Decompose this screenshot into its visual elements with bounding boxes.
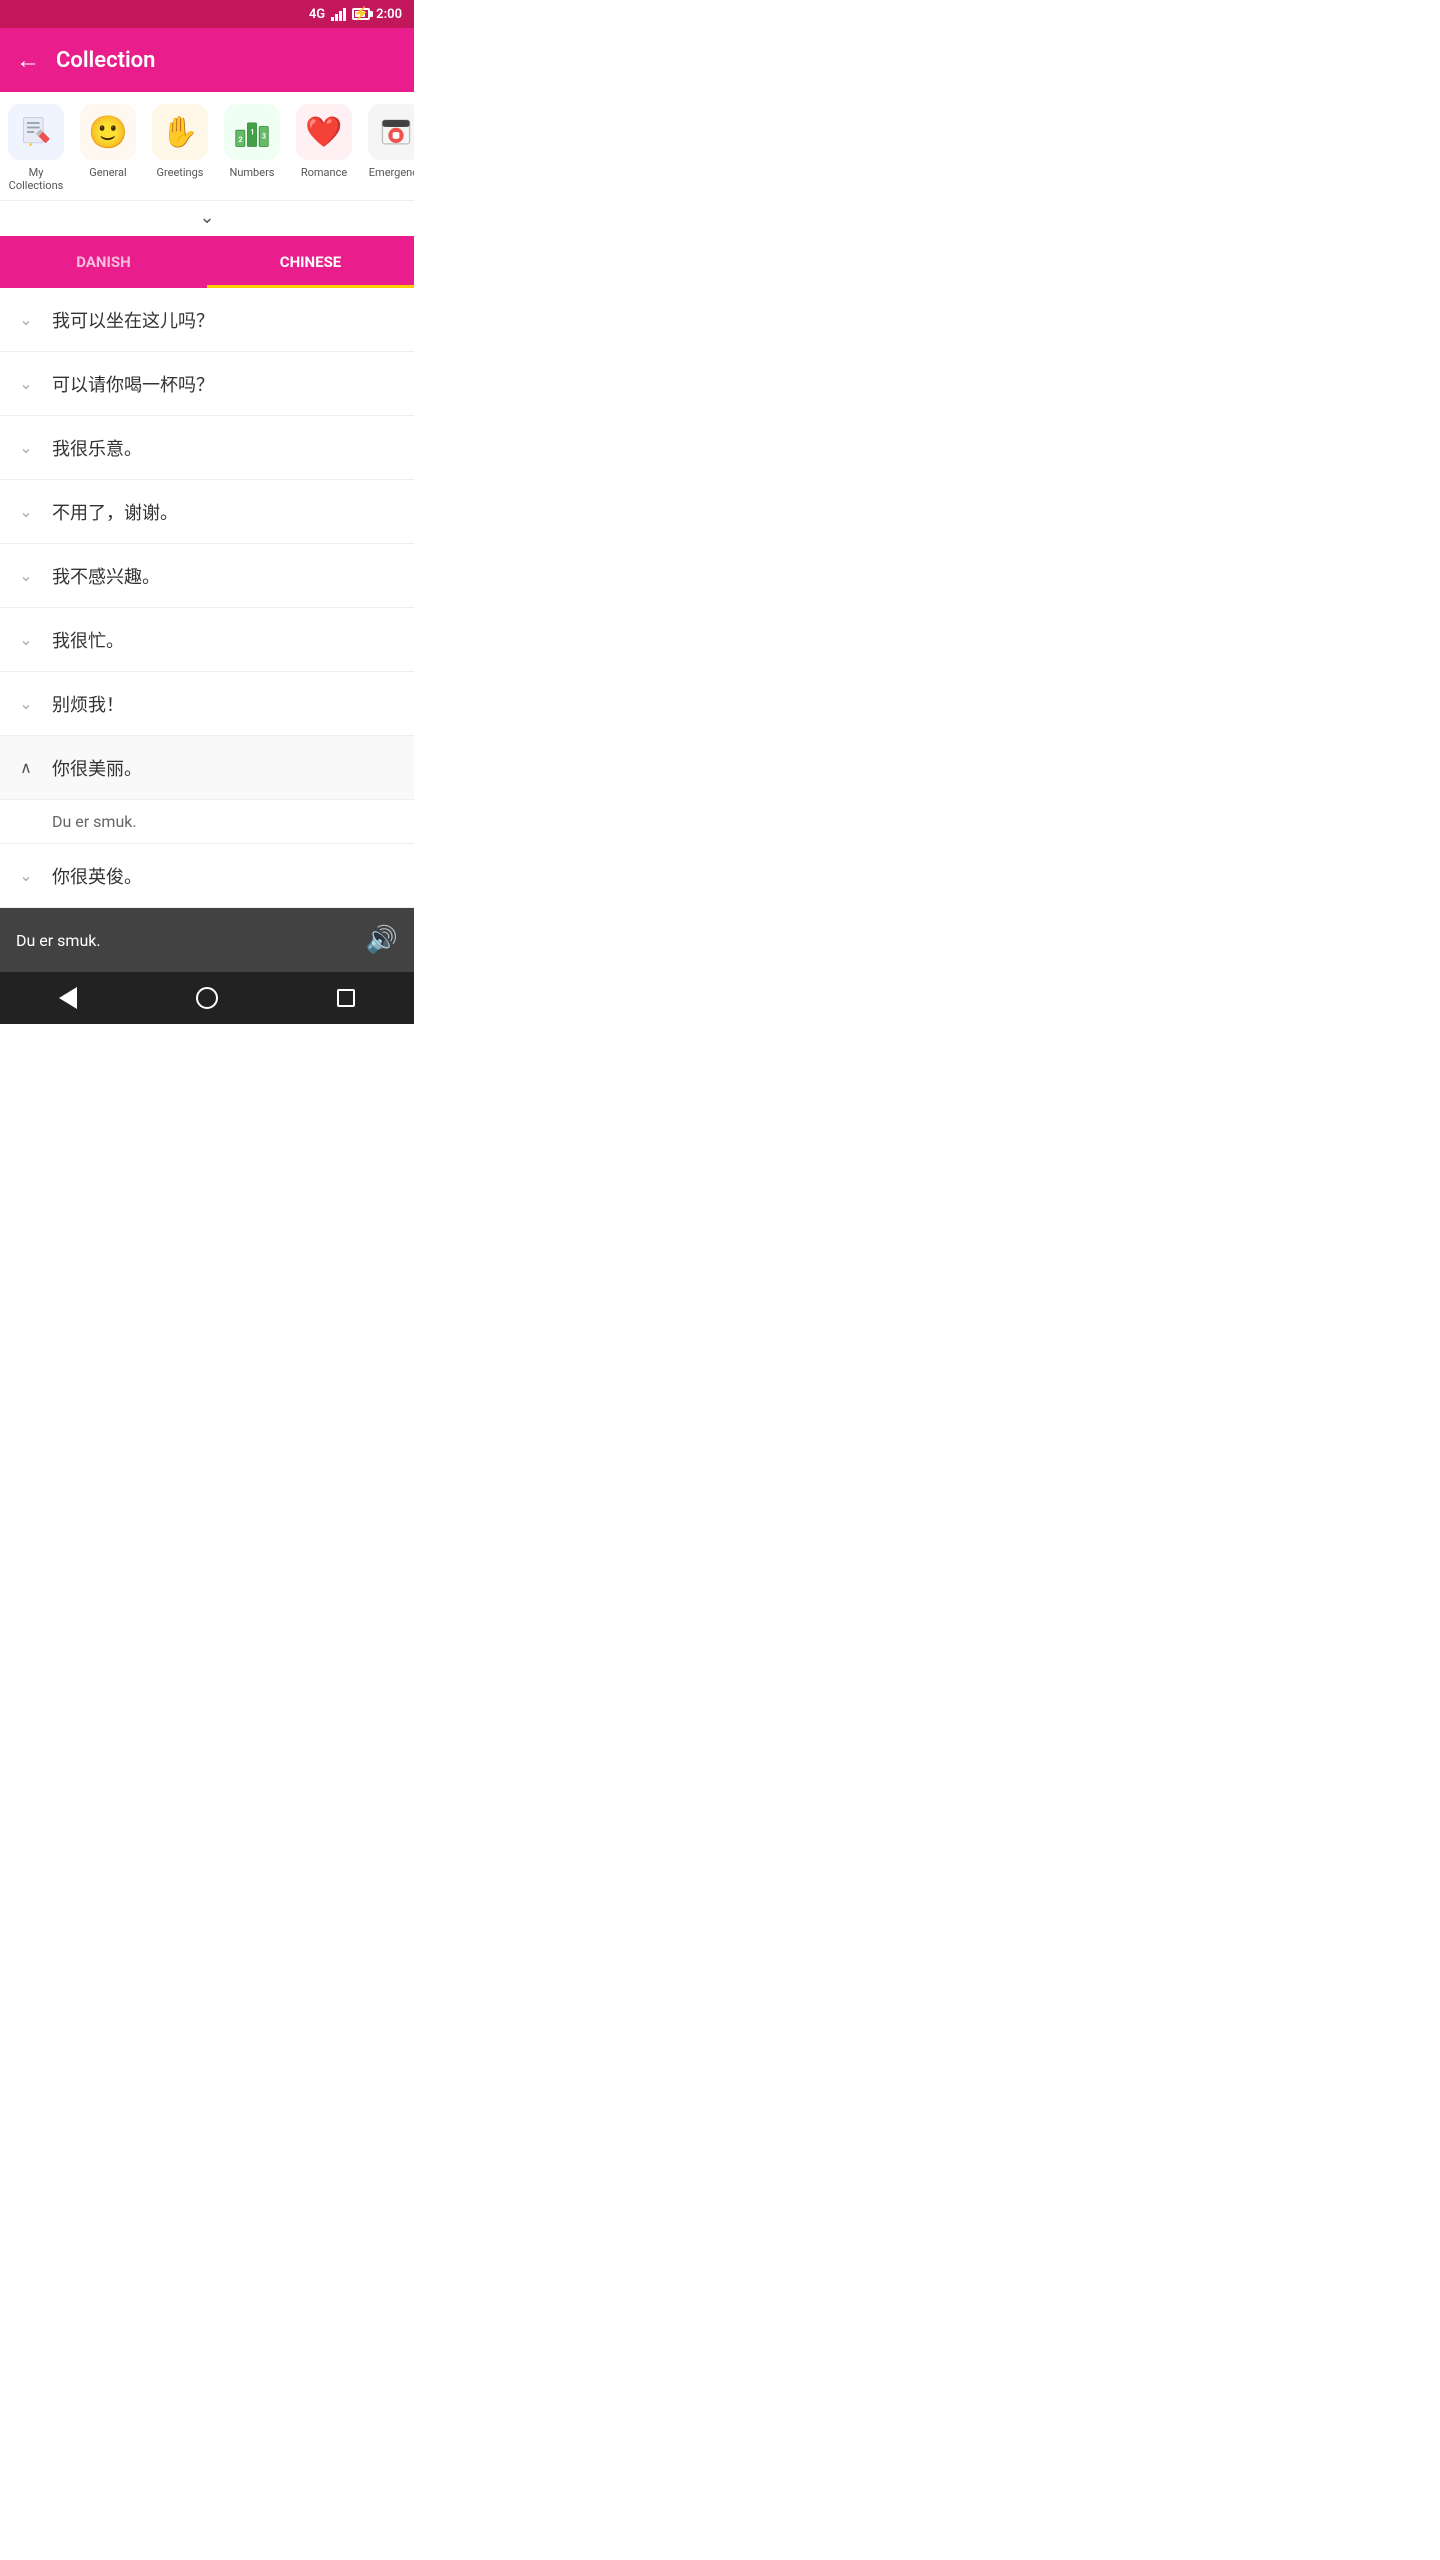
home-circle-icon: [196, 987, 218, 1009]
phrase-row-1[interactable]: ⌄ 我可以坐在这儿吗？: [0, 288, 414, 352]
back-triangle-icon: [59, 987, 77, 1009]
playbar-text: Du er smuk.: [16, 931, 101, 950]
chevron-icon-1: ⌄: [16, 310, 36, 329]
category-item-emergency[interactable]: Emergency: [360, 104, 414, 179]
phrase-text-9: 你很英俊。: [52, 863, 398, 889]
category-scroll: My Collections 🙂 General ✋ Greetings 2 1…: [0, 92, 414, 201]
greetings-icon: ✋: [152, 104, 208, 160]
numbers-icon: 2 1 3: [224, 104, 280, 160]
mycollections-label: My Collections: [8, 166, 64, 192]
chevron-icon-7: ⌄: [16, 694, 36, 713]
romance-icon: ❤️: [296, 104, 352, 160]
phrase-text-2: 可以请你喝一杯吗？: [52, 371, 398, 397]
bottom-playbar: Du er smuk. 🔊: [0, 908, 414, 972]
recents-nav-button[interactable]: [337, 989, 355, 1007]
phrase-sub-row-8: Du er smuk.: [0, 800, 414, 844]
battery-icon: ⚡: [352, 8, 370, 20]
recents-square-icon: [337, 989, 355, 1007]
category-item-general[interactable]: 🙂 General: [72, 104, 144, 179]
tab-danish[interactable]: DANISH: [0, 236, 207, 288]
phrase-text-1: 我可以坐在这儿吗？: [52, 307, 398, 333]
chevron-icon-3: ⌄: [16, 438, 36, 457]
home-nav-button[interactable]: [196, 987, 218, 1009]
greetings-label: Greetings: [157, 166, 204, 179]
category-item-mycollections[interactable]: My Collections: [0, 104, 72, 192]
emergency-icon: [368, 104, 414, 160]
back-nav-button[interactable]: [59, 987, 77, 1009]
chevron-icon-5: ⌄: [16, 566, 36, 585]
category-item-romance[interactable]: ❤️ Romance: [288, 104, 360, 179]
chevron-icon-4: ⌄: [16, 502, 36, 521]
svg-text:2: 2: [239, 135, 243, 144]
chevron-icon-2: ⌄: [16, 374, 36, 393]
phrase-row-3[interactable]: ⌄ 我很乐意。: [0, 416, 414, 480]
phrase-text-8: 你很美丽。: [52, 755, 398, 781]
chevron-icon-8: ∧: [16, 758, 36, 777]
mycollections-icon: [8, 104, 64, 160]
phrase-text-5: 我不感兴趣。: [52, 563, 398, 589]
phrase-row-6[interactable]: ⌄ 我很忙。: [0, 608, 414, 672]
page-title: Collection: [56, 48, 155, 73]
chevron-icon-9: ⌄: [16, 866, 36, 885]
time-label: 2:00: [376, 7, 402, 22]
phrase-list: ⌄ 我可以坐在这儿吗？ ⌄ 可以请你喝一杯吗？ ⌄ 我很乐意。 ⌄ 不用了，谢谢…: [0, 288, 414, 908]
phrase-row-2[interactable]: ⌄ 可以请你喝一杯吗？: [0, 352, 414, 416]
tab-bar: DANISH CHINESE: [0, 236, 414, 288]
signal-icon: [331, 7, 346, 21]
phrase-row-8[interactable]: ∧ 你很美丽。: [0, 736, 414, 800]
category-item-greetings[interactable]: ✋ Greetings: [144, 104, 216, 179]
phrase-text-7: 别烦我！: [52, 691, 398, 717]
status-bar: 4G ⚡ 2:00: [0, 0, 414, 28]
network-label: 4G: [309, 7, 325, 22]
speaker-button[interactable]: 🔊: [366, 925, 398, 955]
nav-bar: [0, 972, 414, 1024]
phrase-sub-text-8: Du er smuk.: [52, 812, 137, 831]
chevron-icon-6: ⌄: [16, 630, 36, 649]
general-icon: 🙂: [80, 104, 136, 160]
numbers-label: Numbers: [230, 166, 275, 179]
phrase-row-5[interactable]: ⌄ 我不感兴趣。: [0, 544, 414, 608]
back-button[interactable]: ←: [16, 46, 40, 75]
svg-text:1: 1: [250, 128, 254, 137]
emergency-label: Emergency: [369, 166, 414, 179]
phrase-row-4[interactable]: ⌄ 不用了，谢谢。: [0, 480, 414, 544]
phrase-text-4: 不用了，谢谢。: [52, 499, 398, 525]
expand-arrow[interactable]: ⌄: [0, 201, 414, 236]
phrase-text-6: 我很忙。: [52, 627, 398, 653]
general-label: General: [89, 166, 126, 179]
svg-text:3: 3: [262, 131, 266, 140]
phrase-row-7[interactable]: ⌄ 别烦我！: [0, 672, 414, 736]
category-item-numbers[interactable]: 2 1 3 Numbers: [216, 104, 288, 179]
phrase-row-9[interactable]: ⌄ 你很英俊。: [0, 844, 414, 908]
app-header: ← Collection: [0, 28, 414, 92]
romance-label: Romance: [301, 166, 347, 179]
tab-chinese[interactable]: CHINESE: [207, 236, 414, 288]
phrase-text-3: 我很乐意。: [52, 435, 398, 461]
